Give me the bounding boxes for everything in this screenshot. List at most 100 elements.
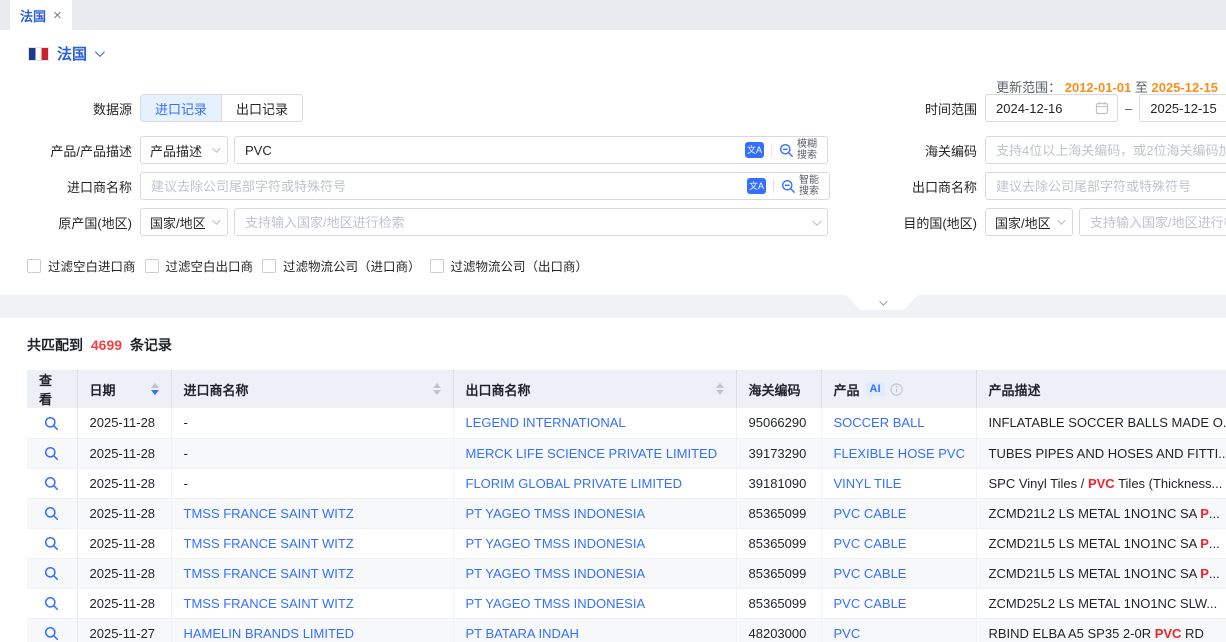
- date-cell: 2025-11-28: [77, 408, 171, 438]
- view-record-button[interactable]: [44, 596, 59, 611]
- translate-icon[interactable]: 文A: [745, 142, 764, 158]
- product-type-select-value: 产品描述: [150, 141, 202, 160]
- time-range-label: 时间范围: [852, 99, 985, 118]
- product-link[interactable]: VINYL TILE: [834, 476, 902, 491]
- exporter-link[interactable]: PT YAGEO TMSS INDONESIA: [466, 506, 646, 521]
- view-record-button[interactable]: [44, 626, 59, 641]
- date-cell: 2025-11-28: [77, 438, 171, 468]
- exporter-link[interactable]: FLORIM GLOBAL PRIVATE LIMITED: [466, 476, 682, 491]
- exporter-link[interactable]: PT YAGEO TMSS INDONESIA: [466, 536, 646, 551]
- exporter-link[interactable]: PT YAGEO TMSS INDONESIA: [466, 566, 646, 581]
- product-search-input[interactable]: [235, 138, 745, 162]
- col-importer[interactable]: 进口商名称: [171, 370, 453, 408]
- hs-code-input[interactable]: [986, 138, 1226, 162]
- importer-cell: -: [171, 468, 453, 498]
- importer-cell: -: [171, 408, 453, 438]
- destination-country-field[interactable]: [1079, 208, 1226, 236]
- smart-search-magnifier-icon: [781, 179, 796, 194]
- origin-country-type-select[interactable]: 国家/地区: [140, 208, 228, 236]
- destination-country-input[interactable]: [1080, 210, 1226, 234]
- view-record-button[interactable]: [44, 566, 59, 581]
- destination-country-type-select[interactable]: 国家/地区: [985, 208, 1073, 236]
- importer-link[interactable]: TMSS FRANCE SAINT WITZ: [184, 566, 354, 581]
- view-record-button[interactable]: [44, 506, 59, 521]
- importer-link[interactable]: TMSS FRANCE SAINT WITZ: [184, 506, 354, 521]
- col-date[interactable]: 日期: [77, 370, 171, 408]
- view-record-button[interactable]: [44, 416, 59, 431]
- importer-input[interactable]: [141, 174, 747, 198]
- origin-country-input[interactable]: [235, 210, 812, 234]
- exporter-link[interactable]: PT YAGEO TMSS INDONESIA: [466, 596, 646, 611]
- translate-icon[interactable]: 文A: [747, 178, 766, 194]
- origin-country-field[interactable]: [234, 208, 828, 236]
- view-record-button[interactable]: [44, 446, 59, 461]
- view-record-button[interactable]: [44, 536, 59, 551]
- view-record-button[interactable]: [44, 476, 59, 491]
- product-search-field[interactable]: 文A 模糊搜索: [234, 136, 828, 164]
- exporter-input[interactable]: [986, 174, 1226, 198]
- export-records-button[interactable]: 出口记录: [221, 95, 302, 121]
- collapse-panel-handle[interactable]: [846, 295, 918, 310]
- date-cell: 2025-11-28: [77, 498, 171, 528]
- data-source-row: 数据源 进口记录 出口记录: [0, 94, 303, 122]
- country-name: 法国: [57, 43, 87, 64]
- fuzzy-search-toggle[interactable]: 模糊搜索: [779, 139, 819, 161]
- product-link[interactable]: PVC CABLE: [834, 596, 907, 611]
- product-link[interactable]: PVC CABLE: [834, 536, 907, 551]
- product-link[interactable]: SOCCER BALL: [834, 415, 925, 430]
- filter-blank-exporter-checkbox[interactable]: 过滤空白出口商: [145, 256, 254, 275]
- sort-caret-icon[interactable]: [151, 383, 159, 395]
- filter-blank-importer-checkbox[interactable]: 过滤空白进口商: [27, 256, 136, 275]
- close-icon[interactable]: ×: [53, 8, 62, 23]
- description-cell: ZCMD21L2 LS METAL 1NO1NC SA P...: [976, 498, 1226, 528]
- sort-caret-icon[interactable]: [716, 383, 724, 395]
- product-cell: PVC CABLE: [821, 498, 976, 528]
- exporter-cell: PT YAGEO TMSS INDONESIA: [453, 528, 736, 558]
- sort-caret-icon[interactable]: [433, 383, 441, 395]
- view-cell: [27, 558, 77, 588]
- country-selector[interactable]: 法国: [28, 43, 102, 64]
- filter-logistics-importer-checkbox[interactable]: 过滤物流公司（进口商）: [262, 256, 421, 275]
- description-cell: ZCMD25L2 LS METAL 1NO1NC SLW...: [976, 588, 1226, 618]
- info-icon[interactable]: [890, 383, 903, 396]
- col-exporter[interactable]: 出口商名称: [453, 370, 736, 408]
- product-link[interactable]: PVC: [834, 626, 861, 641]
- date-end-field[interactable]: [1139, 94, 1226, 122]
- origin-country-label: 原产国(地区): [0, 213, 140, 232]
- importer-link[interactable]: TMSS FRANCE SAINT WITZ: [184, 536, 354, 551]
- exporter-cell: PT BATARA INDAH: [453, 618, 736, 642]
- exporter-link[interactable]: LEGEND INTERNATIONAL: [466, 415, 626, 430]
- exporter-link[interactable]: MERCK LIFE SCIENCE PRIVATE LIMITED: [466, 446, 718, 461]
- tab-france[interactable]: 法国 ×: [10, 0, 72, 30]
- importer-link[interactable]: TMSS FRANCE SAINT WITZ: [184, 596, 354, 611]
- product-type-select[interactable]: 产品描述: [140, 136, 228, 164]
- view-cell: [27, 588, 77, 618]
- product-cell: VINYL TILE: [821, 468, 976, 498]
- table-row: 2025-11-28-MERCK LIFE SCIENCE PRIVATE LI…: [27, 438, 1226, 468]
- date-end-input[interactable]: [1140, 96, 1226, 120]
- importer-cell: HAMELIN BRANDS LIMITED: [171, 618, 453, 642]
- hs-code-row: 海关编码: [852, 136, 1226, 164]
- product-link[interactable]: FLEXIBLE HOSE PVC: [834, 446, 966, 461]
- smart-search-toggle[interactable]: 智能搜索: [781, 175, 821, 197]
- exporter-link[interactable]: PT BATARA INDAH: [466, 626, 579, 641]
- importer-row: 进口商名称 文A 智能搜索: [0, 172, 830, 200]
- calendar-icon: [1095, 101, 1109, 115]
- date-start-field[interactable]: [985, 94, 1118, 122]
- importer-cell: TMSS FRANCE SAINT WITZ: [171, 558, 453, 588]
- import-records-button[interactable]: 进口记录: [141, 95, 221, 121]
- exporter-field[interactable]: [985, 172, 1226, 200]
- importer-link[interactable]: HAMELIN BRANDS LIMITED: [184, 626, 354, 641]
- product-link[interactable]: PVC CABLE: [834, 506, 907, 521]
- importer-field[interactable]: 文A 智能搜索: [140, 172, 830, 200]
- table-row: 2025-11-28TMSS FRANCE SAINT WITZPT YAGEO…: [27, 558, 1226, 588]
- match-suffix: 条记录: [130, 337, 172, 353]
- checkbox-icon: [262, 259, 276, 273]
- product-link[interactable]: PVC CABLE: [834, 566, 907, 581]
- fuzzy-search-magnifier-icon: [779, 143, 794, 158]
- date-cell: 2025-11-28: [77, 588, 171, 618]
- date-start-input[interactable]: [986, 96, 1095, 120]
- hs-code-cell: 39181090: [736, 468, 821, 498]
- filter-logistics-exporter-checkbox[interactable]: 过滤物流公司（出口商）: [430, 256, 589, 275]
- hs-code-field[interactable]: [985, 136, 1226, 164]
